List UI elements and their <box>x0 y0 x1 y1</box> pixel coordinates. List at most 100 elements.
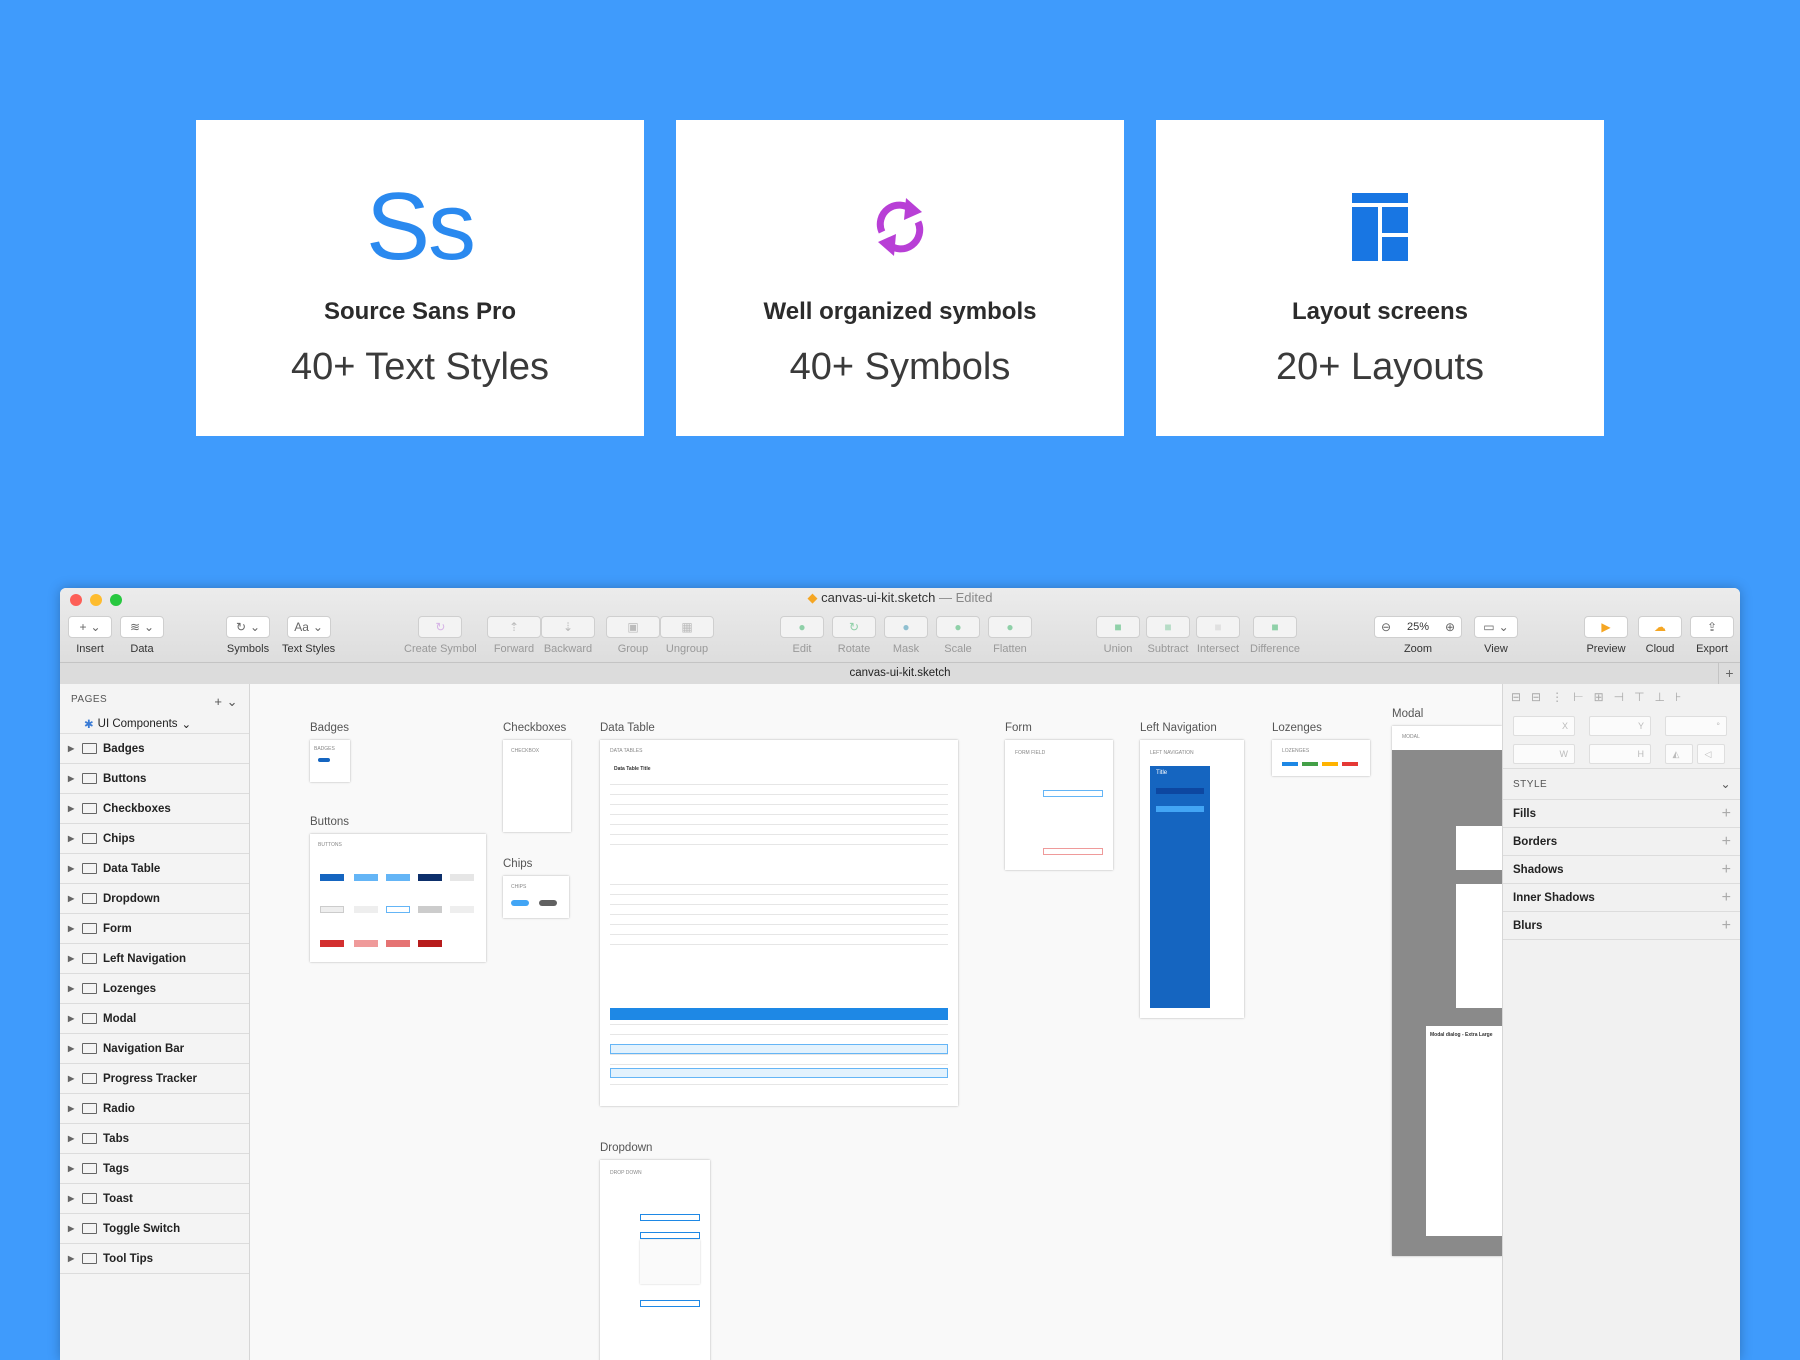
artboard-label-buttons: Buttons <box>310 816 349 828</box>
ungroup-button[interactable]: ▦ Ungroup <box>660 616 714 655</box>
sidebar-item[interactable]: ▶ Tabs <box>60 1124 249 1154</box>
sidebar-item[interactable]: ▶ Tags <box>60 1154 249 1184</box>
disclosure-triangle-icon[interactable]: ▶ <box>68 1014 76 1023</box>
zoom-control[interactable]: ⊖ 25% ⊕ Zoom <box>1374 616 1462 655</box>
create-symbol-button[interactable]: ↻ Create Symbol <box>404 616 477 655</box>
disclosure-triangle-icon[interactable]: ▶ <box>68 954 76 963</box>
flip-vertical-icon[interactable]: ◁ <box>1697 744 1725 764</box>
disclosure-triangle-icon[interactable]: ▶ <box>68 834 76 843</box>
group-button[interactable]: ▣ Group <box>606 616 660 655</box>
difference-button[interactable]: ■ Difference <box>1250 616 1300 655</box>
export-button[interactable]: ⇪ Export <box>1690 616 1734 655</box>
text-styles-button[interactable]: Aa ⌄ Text Styles <box>282 616 335 655</box>
sidebar-item-label: Checkboxes <box>103 802 171 815</box>
rotation-field[interactable]: ° <box>1665 716 1727 736</box>
disclosure-triangle-icon[interactable]: ▶ <box>68 1134 76 1143</box>
document-tab[interactable]: canvas-ui-kit.sketch + <box>60 662 1740 684</box>
artboard-checkboxes[interactable]: CHECKBOX <box>503 740 571 832</box>
sidebar-item[interactable]: ▶ Form <box>60 914 249 944</box>
edit-button[interactable]: ● Edit <box>780 616 824 655</box>
sidebar-item-label: Progress Tracker <box>103 1072 197 1085</box>
inspector-style-row[interactable]: Blurs + <box>1503 912 1740 940</box>
intersect-button[interactable]: ■ Intersect <box>1196 616 1240 655</box>
sidebar-item[interactable]: ▶ Data Table <box>60 854 249 884</box>
disclosure-triangle-icon[interactable]: ▶ <box>68 744 76 753</box>
view-button[interactable]: ▭ ⌄ View <box>1474 616 1518 655</box>
sidebar-item[interactable]: ▶ Toast <box>60 1184 249 1214</box>
align-toolbar[interactable]: ⊟⊟⋮⊢⊞⊣⊤⊥⊦ <box>1511 690 1691 704</box>
sidebar-item[interactable]: ▶ Progress Tracker <box>60 1064 249 1094</box>
artboard-data-table[interactable]: DATA TABLES Data Table Title <box>600 740 958 1106</box>
disclosure-triangle-icon[interactable]: ▶ <box>68 804 76 813</box>
backward-button[interactable]: ⇣ Backward <box>541 616 595 655</box>
height-field[interactable]: H <box>1589 744 1651 764</box>
add-style-icon[interactable]: + <box>1722 917 1731 935</box>
scale-button[interactable]: ● Scale <box>936 616 980 655</box>
flip-horizontal-icon[interactable]: ◭ <box>1665 744 1693 764</box>
design-canvas[interactable]: Badges BADGES Buttons BUTTONS Checkboxes… <box>250 684 1502 1360</box>
sidebar-item[interactable]: ▶ Lozenges <box>60 974 249 1004</box>
disclosure-triangle-icon[interactable]: ▶ <box>68 864 76 873</box>
disclosure-triangle-icon[interactable]: ▶ <box>68 1164 76 1173</box>
disclosure-triangle-icon[interactable]: ▶ <box>68 1194 76 1203</box>
mask-button[interactable]: ● Mask <box>884 616 928 655</box>
sidebar-item[interactable]: ▶ Buttons <box>60 764 249 794</box>
add-style-icon[interactable]: + <box>1722 889 1731 907</box>
add-tab-icon[interactable]: + <box>1718 663 1740 684</box>
disclosure-triangle-icon[interactable]: ▶ <box>68 1104 76 1113</box>
artboard-buttons[interactable]: BUTTONS <box>310 834 486 962</box>
disclosure-triangle-icon[interactable]: ▶ <box>68 984 76 993</box>
inspector-style-row[interactable]: Fills + <box>1503 800 1740 828</box>
sidebar-item[interactable]: ▶ Chips <box>60 824 249 854</box>
disclosure-triangle-icon[interactable]: ▶ <box>68 924 76 933</box>
cloud-button[interactable]: ☁ Cloud <box>1638 616 1682 655</box>
width-field[interactable]: W <box>1513 744 1575 764</box>
sidebar-item-label: Form <box>103 922 132 935</box>
rotate-button[interactable]: ↻ Rotate <box>832 616 876 655</box>
inspector-style-row[interactable]: Borders + <box>1503 828 1740 856</box>
union-button[interactable]: ■ Union <box>1096 616 1140 655</box>
artboard-left-navigation[interactable]: LEFT NAVIGATION Title <box>1140 740 1244 1018</box>
artboard-lozenges[interactable]: LOZENGES <box>1272 740 1370 776</box>
add-style-icon[interactable]: + <box>1722 805 1731 823</box>
sidebar-item[interactable]: ▶ Checkboxes <box>60 794 249 824</box>
disclosure-triangle-icon[interactable]: ▶ <box>68 894 76 903</box>
sidebar-item[interactable]: ▶ Navigation Bar <box>60 1034 249 1064</box>
disclosure-triangle-icon[interactable]: ▶ <box>68 1254 76 1263</box>
add-page-icon[interactable]: + ⌄ <box>214 694 238 709</box>
add-style-icon[interactable]: + <box>1722 861 1731 879</box>
artboard-badges[interactable]: BADGES <box>310 740 350 782</box>
disclosure-triangle-icon[interactable]: ▶ <box>68 1074 76 1083</box>
artboard-chips[interactable]: CHIPS <box>503 876 569 918</box>
artboard-label-form: Form <box>1005 722 1032 734</box>
current-page-selector[interactable]: ✱ UI Components ⌄ <box>60 714 249 734</box>
x-field[interactable]: X <box>1513 716 1575 736</box>
artboard-form[interactable]: FORM FIELD <box>1005 740 1113 870</box>
preview-button[interactable]: ▶ Preview <box>1584 616 1628 655</box>
data-button[interactable]: ≋ ⌄ Data <box>120 616 164 655</box>
add-style-icon[interactable]: + <box>1722 833 1731 851</box>
artboard-dropdown[interactable]: DROP DOWN <box>600 1160 710 1360</box>
y-field[interactable]: Y <box>1589 716 1651 736</box>
inspector-style-row[interactable]: Inner Shadows + <box>1503 884 1740 912</box>
chevron-down-icon: ⌄ <box>312 620 323 634</box>
sidebar-item[interactable]: ▶ Tool Tips <box>60 1244 249 1274</box>
disclosure-triangle-icon[interactable]: ▶ <box>68 774 76 783</box>
sidebar-item[interactable]: ▶ Radio <box>60 1094 249 1124</box>
symbols-button[interactable]: ↻ ⌄ Symbols <box>226 616 270 655</box>
disclosure-triangle-icon[interactable]: ▶ <box>68 1044 76 1053</box>
artboard-modal[interactable]: MODAL Modal dialog - Extra Large <box>1392 726 1502 1256</box>
insert-button[interactable]: + ⌄ Insert <box>68 616 112 655</box>
style-section[interactable]: STYLE ⌄ <box>1503 768 1740 800</box>
subtract-button[interactable]: ■ Subtract <box>1146 616 1190 655</box>
forward-button[interactable]: ⇡ Forward <box>487 616 541 655</box>
sidebar-item[interactable]: ▶ Left Navigation <box>60 944 249 974</box>
flatten-button[interactable]: ● Flatten <box>988 616 1032 655</box>
disclosure-triangle-icon[interactable]: ▶ <box>68 1224 76 1233</box>
inspector-style-row[interactable]: Shadows + <box>1503 856 1740 884</box>
zoom-in-icon: ⊕ <box>1444 620 1455 634</box>
sidebar-item[interactable]: ▶ Toggle Switch <box>60 1214 249 1244</box>
sidebar-item[interactable]: ▶ Dropdown <box>60 884 249 914</box>
sidebar-item[interactable]: ▶ Badges <box>60 734 249 764</box>
sidebar-item[interactable]: ▶ Modal <box>60 1004 249 1034</box>
